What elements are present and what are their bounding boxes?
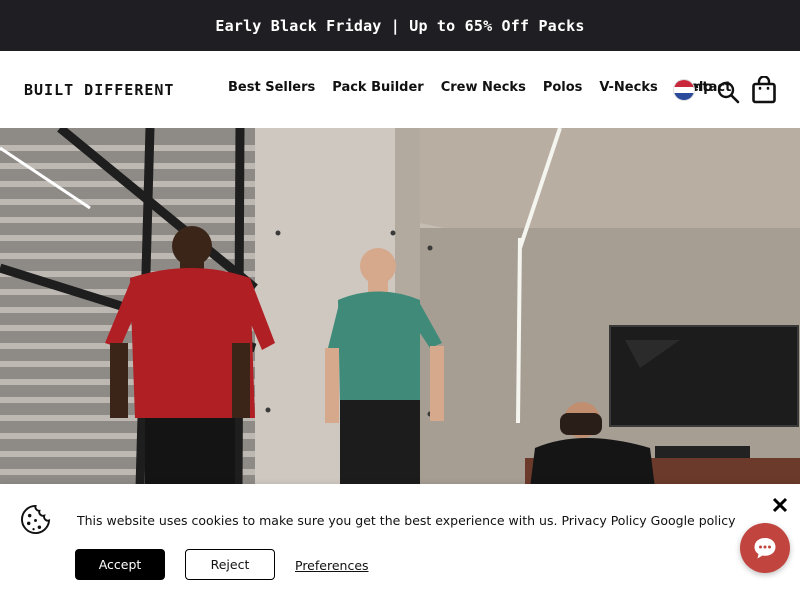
- cookie-icon: [21, 504, 51, 535]
- announcement-bar: Early Black Friday | Up to 65% Off Packs: [0, 0, 800, 51]
- chat-button[interactable]: [740, 523, 790, 573]
- cookie-message: This website uses cookies to make sure y…: [77, 513, 736, 528]
- google-policy-link[interactable]: Google policy: [651, 513, 736, 528]
- reject-button[interactable]: Reject: [185, 549, 275, 580]
- nav-v-necks[interactable]: V-Necks: [599, 80, 657, 95]
- search-icon[interactable]: [716, 80, 740, 104]
- privacy-policy-link[interactable]: Privacy Policy: [561, 513, 646, 528]
- shopping-bag-icon[interactable]: [751, 76, 777, 104]
- main-nav: Best Sellers Pack Builder Crew Necks Pol…: [228, 80, 748, 95]
- nav-polos[interactable]: Polos: [543, 80, 583, 95]
- cookie-banner: This website uses cookies to make sure y…: [0, 484, 800, 600]
- hero-image: [0, 128, 800, 488]
- accept-button[interactable]: Accept: [75, 549, 165, 580]
- close-icon[interactable]: [771, 496, 789, 514]
- chat-bubble-icon: [754, 538, 776, 559]
- nav-best-sellers[interactable]: Best Sellers: [228, 80, 315, 95]
- nav-crew-necks[interactable]: Crew Necks: [441, 80, 526, 95]
- netherlands-flag-icon[interactable]: [673, 79, 695, 101]
- hero-photo: [0, 128, 800, 488]
- site-logo[interactable]: BUILT DIFFERENT: [24, 81, 174, 99]
- nav-pack-builder[interactable]: Pack Builder: [332, 80, 423, 95]
- announcement-text: Early Black Friday | Up to 65% Off Packs: [215, 16, 585, 35]
- cookie-message-text: This website uses cookies to make sure y…: [77, 513, 558, 528]
- preferences-link[interactable]: Preferences: [295, 558, 369, 573]
